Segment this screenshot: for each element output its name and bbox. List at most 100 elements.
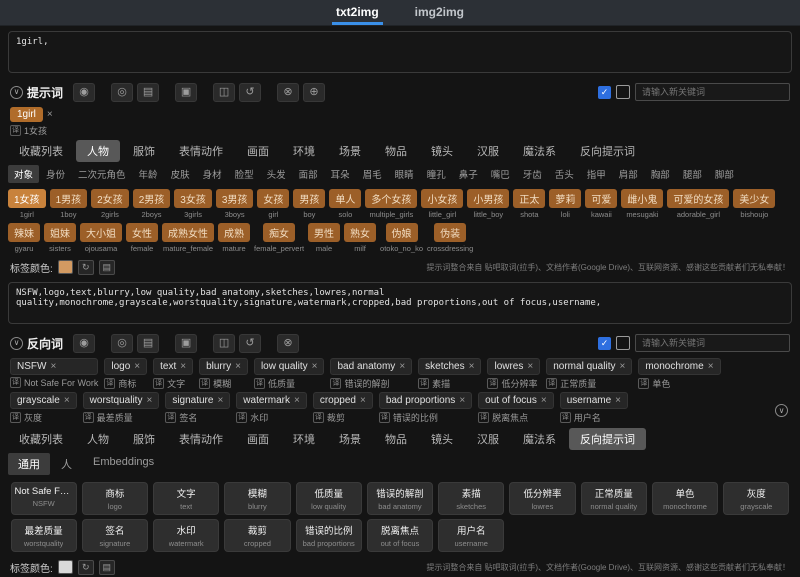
translate-icon[interactable]: ⊕ (303, 82, 326, 102)
sub-category-tab[interactable]: 皮肤 (165, 165, 196, 183)
tag-button[interactable]: 女性 female (126, 223, 158, 253)
tag-color-swatch[interactable] (57, 260, 73, 274)
remove-tag-icon[interactable]: × (180, 361, 186, 372)
tag-button[interactable]: 辣妹 gyaru (8, 223, 40, 253)
negative-chip-body[interactable]: bad anatomy × (330, 358, 413, 375)
collapse-positive-icon[interactable]: ∨ (10, 85, 23, 99)
negative-prompt-input[interactable]: NSFW,logo,text,blurry,low quality,bad an… (8, 282, 792, 324)
category-tab[interactable]: 表情动作 (168, 140, 234, 162)
sub-category-tab[interactable]: 舌头 (549, 165, 580, 183)
negative-tag-button[interactable]: 商标 logo (81, 482, 149, 515)
sub-category-tab[interactable]: 通用 (8, 453, 50, 475)
category-tab[interactable]: 收藏列表 (8, 140, 74, 162)
remove-tag-icon[interactable]: × (50, 361, 56, 372)
remove-tag-icon[interactable]: × (217, 395, 223, 406)
negative-tag-button[interactable]: 水印 watermark (153, 519, 220, 552)
negative-chip-body[interactable]: worstquality × (82, 392, 160, 409)
negative-chip-body[interactable]: blurry × (199, 358, 248, 375)
remove-tag-icon[interactable]: × (708, 361, 714, 372)
tag-button[interactable]: 正太 shota (513, 189, 546, 219)
sub-category-tab[interactable]: 身份 (40, 165, 71, 183)
sub-category-tab[interactable]: 眼睛 (389, 165, 420, 183)
tag-button[interactable]: 3男孩 3boys (215, 189, 254, 219)
tag-button[interactable]: 男性 male (308, 223, 341, 253)
sub-category-tab[interactable]: 脚部 (709, 165, 740, 183)
save-icon[interactable]: ▤ (137, 333, 160, 353)
negative-chip-body[interactable]: normal quality × (546, 358, 633, 375)
negative-tag-button[interactable]: 错误的解剖 bad anatomy (366, 482, 434, 515)
sub-category-tab[interactable]: 瞳孔 (421, 165, 452, 183)
negative-tag-button[interactable]: 裁剪 cropped (224, 519, 291, 552)
category-tab[interactable]: 汉服 (466, 140, 510, 162)
remove-tag-icon[interactable]: × (146, 395, 152, 406)
tag-button[interactable]: 成熟女性 mature_female (162, 223, 214, 253)
sub-category-tab[interactable]: 嘴巴 (485, 165, 516, 183)
sub-category-tab[interactable]: 对象 (8, 165, 40, 183)
history-icon[interactable]: ↺ (239, 82, 262, 102)
tag-button[interactable]: 3女孩 3girls (174, 189, 212, 219)
negative-chip-body[interactable]: text × (153, 358, 194, 375)
save-icon[interactable]: ▤ (137, 82, 160, 102)
sub-category-tab[interactable]: 二次元角色 (72, 165, 132, 183)
sub-category-tab[interactable]: 耳朵 (325, 165, 356, 183)
negative-chip-body[interactable]: lowres × (487, 358, 541, 375)
tag-button[interactable]: 2女孩 2girls (91, 189, 129, 219)
negative-chip-body[interactable]: low quality × (253, 358, 325, 375)
category-tab[interactable]: 镜头 (420, 140, 464, 162)
negative-chip-body[interactable]: sketches × (418, 358, 482, 375)
negative-tag-button[interactable]: 低分辨率 lowres (509, 482, 576, 515)
category-tab[interactable]: 环境 (282, 140, 326, 162)
category-tab[interactable]: 物品 (374, 140, 418, 162)
sub-category-tab[interactable]: 鼻子 (453, 165, 484, 183)
remove-tag-icon[interactable]: × (619, 361, 625, 372)
tag-button[interactable]: 男孩 boy (293, 189, 326, 219)
tag-button[interactable]: 美少女 bishoujo (733, 189, 776, 219)
tag-button[interactable]: 小女孩 little_girl (421, 189, 464, 219)
negative-tag-button[interactable]: 灰度 grayscale (723, 482, 790, 515)
image-icon[interactable]: ◫ (213, 333, 236, 353)
negative-chip-body[interactable]: watermark × (236, 392, 307, 409)
tag-button[interactable]: 1女孩 1girl (8, 189, 46, 219)
sub-category-tab[interactable]: 头发 (261, 165, 292, 183)
negative-tag-button[interactable]: 正常质量 normal quality (580, 482, 647, 515)
reset-color-icon[interactable]: ↻ (77, 559, 94, 575)
image-icon[interactable]: ◫ (213, 82, 236, 102)
remove-tag-icon[interactable]: × (235, 361, 241, 372)
notebook-icon[interactable]: ▣ (175, 82, 198, 102)
category-tab[interactable]: 服饰 (122, 140, 166, 162)
sub-category-tab[interactable]: 人 (51, 453, 82, 475)
tag-button[interactable]: 单人 solo (329, 189, 362, 219)
theme-icon[interactable]: ◎ (111, 82, 134, 102)
negative-chip-body[interactable]: logo × (104, 358, 148, 375)
remove-tag-icon[interactable]: × (47, 109, 53, 120)
category-tab[interactable]: 魔法系 (512, 140, 567, 162)
sub-category-tab[interactable]: 胸部 (645, 165, 676, 183)
tag-button[interactable]: 可爱 kawaii (585, 189, 618, 219)
tag-button[interactable]: 大小姐 ojousama (80, 223, 122, 253)
tag-button[interactable]: 女孩 girl (257, 189, 290, 219)
remove-tag-icon[interactable]: × (312, 361, 318, 372)
tag-button[interactable]: 雌小鬼 mesugaki (621, 189, 664, 219)
clipboard-icon[interactable]: ▤ (98, 559, 115, 575)
negative-tag-button[interactable]: 模糊 blurry (224, 482, 291, 515)
clipboard-icon[interactable]: ▤ (98, 259, 115, 275)
negative-chip-body[interactable]: bad proportions × (378, 392, 473, 409)
collapse-negative-icon[interactable]: ∨ (10, 336, 23, 350)
delete-icon[interactable]: ⊗ (277, 333, 300, 353)
negative-chip-body[interactable]: signature × (165, 392, 231, 409)
collapse-chips-icon[interactable]: ∨ (775, 404, 788, 417)
reset-color-icon[interactable]: ↻ (77, 259, 94, 275)
top-tab[interactable]: txt2img (331, 1, 383, 25)
sub-category-tab[interactable]: Embeddings (83, 453, 164, 475)
tag-button[interactable]: 萝莉 loli (549, 189, 582, 219)
remove-tag-icon[interactable]: × (360, 395, 366, 406)
tag-button[interactable]: 成熟 mature (218, 223, 250, 253)
tag-button[interactable]: 伪装 crossdressing (427, 223, 473, 253)
sub-category-tab[interactable]: 年龄 (133, 165, 164, 183)
negative-chip-body[interactable]: NSFW × (10, 358, 99, 375)
tag-button[interactable]: 姐妹 sisters (44, 223, 76, 253)
negative-tag-button[interactable]: 低质量 low quality (295, 482, 362, 515)
remove-tag-icon[interactable]: × (527, 361, 533, 372)
remove-tag-icon[interactable]: × (615, 395, 621, 406)
theme-icon[interactable]: ◎ (111, 333, 134, 353)
